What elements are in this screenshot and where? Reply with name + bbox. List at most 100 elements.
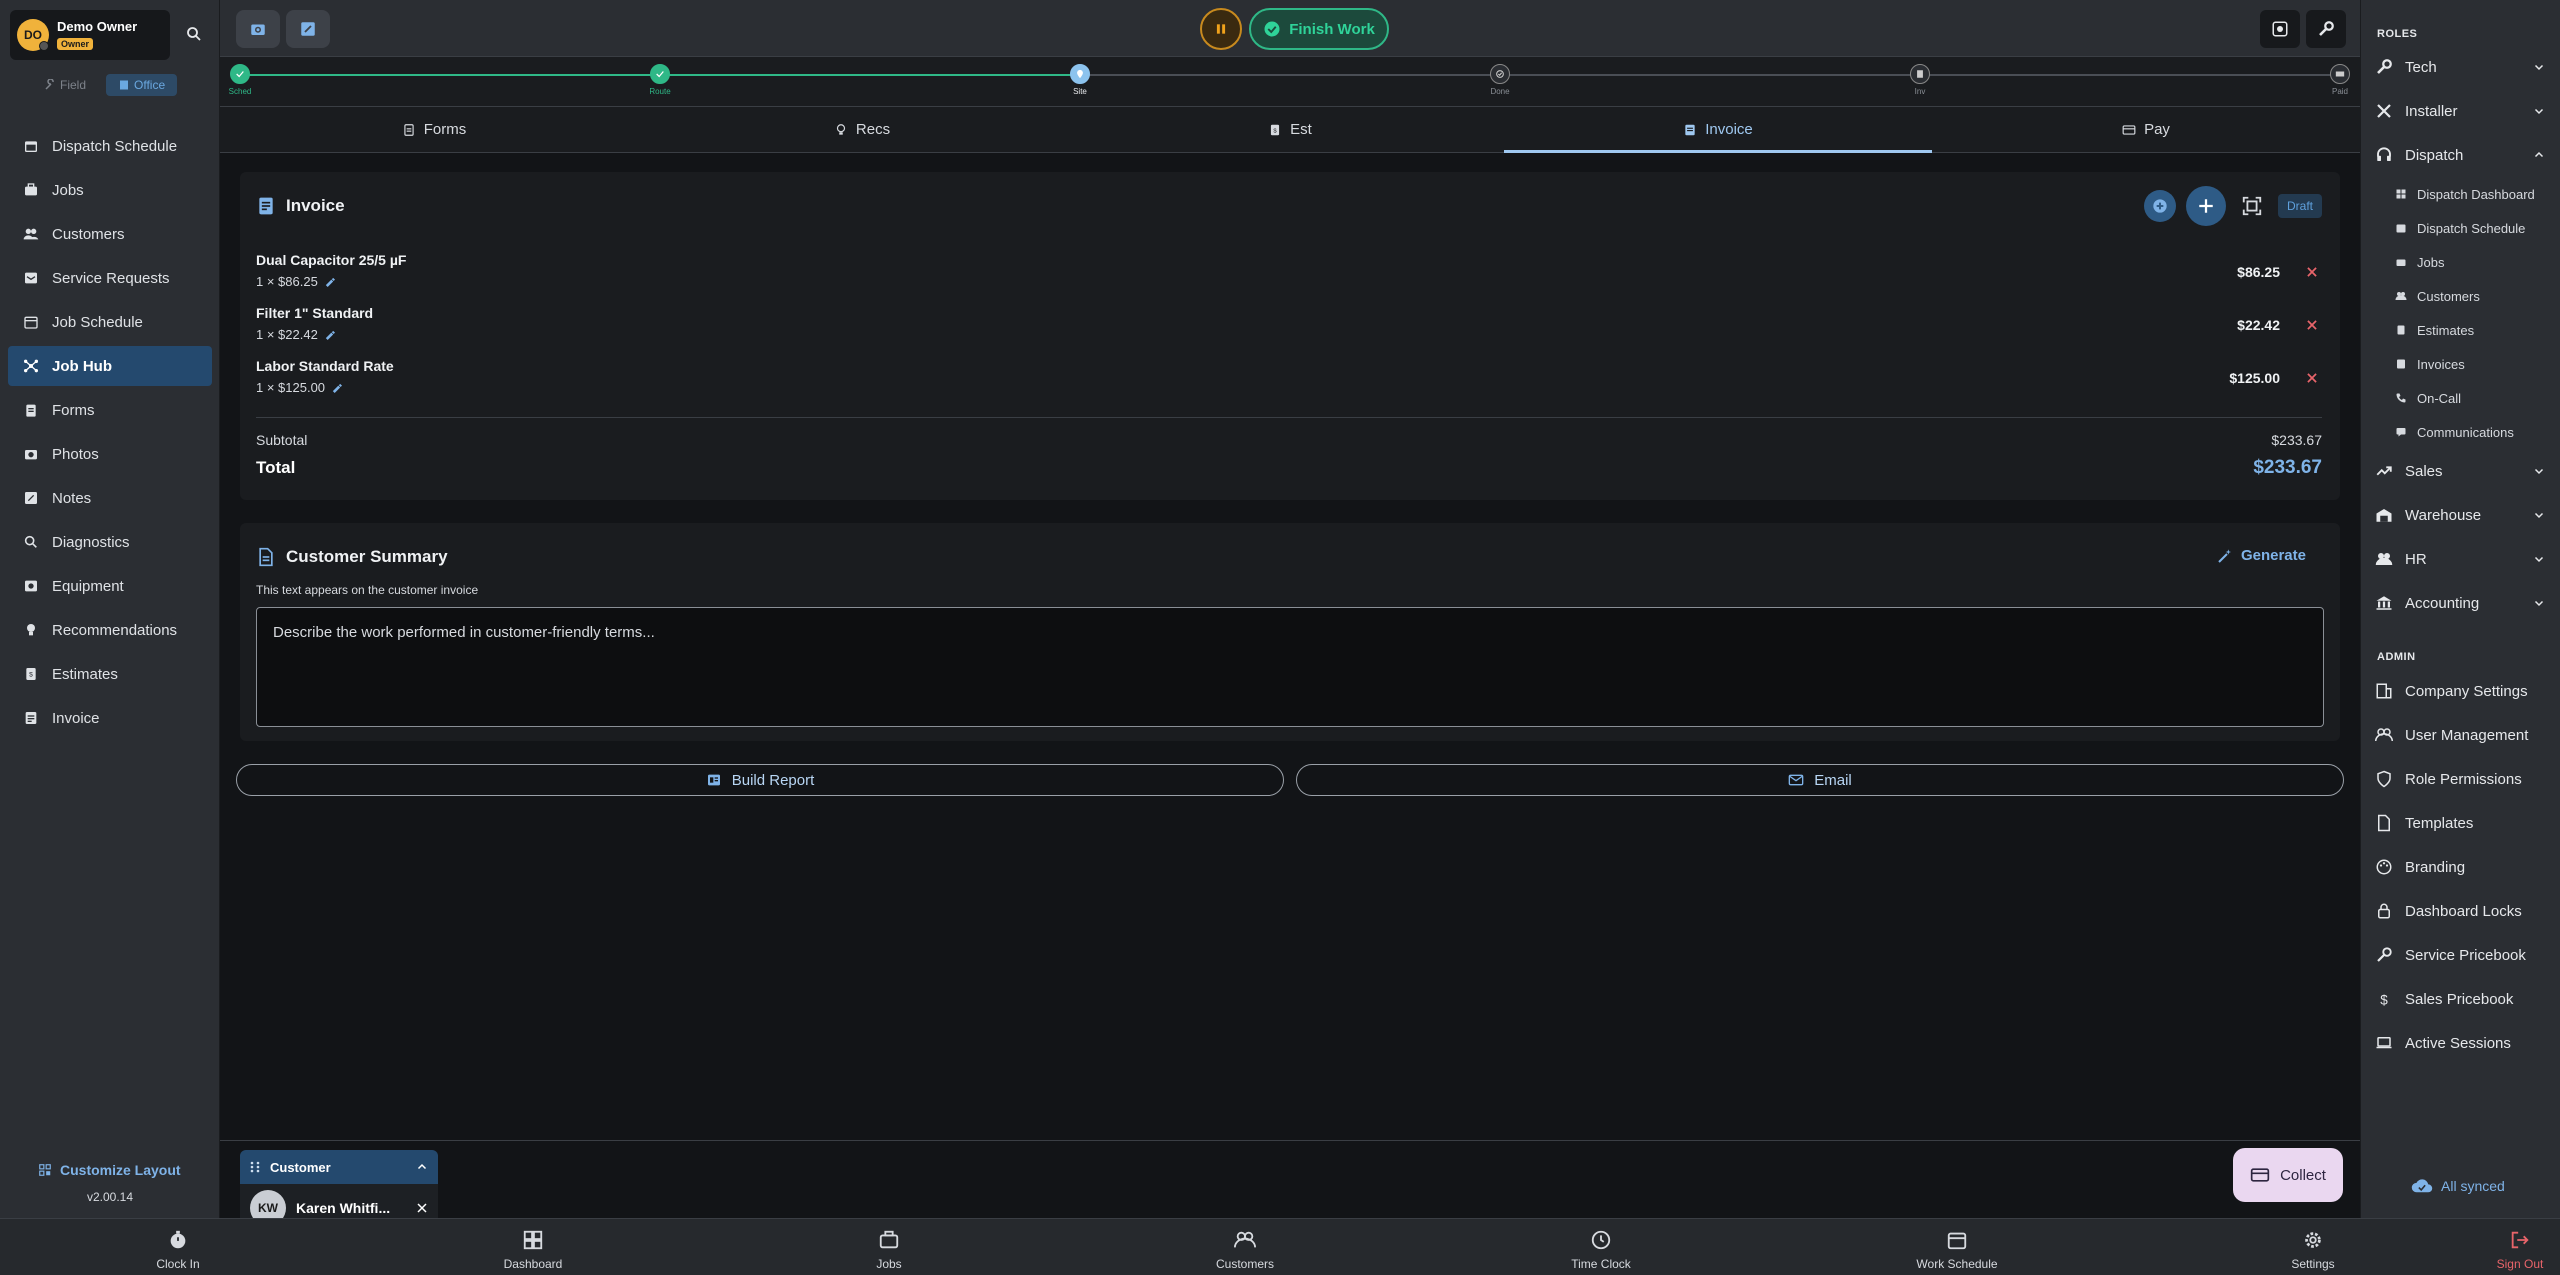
step-site[interactable]: Site — [1050, 64, 1110, 96]
dispatch-sub-item[interactable]: Dispatch Schedule — [2395, 218, 2555, 238]
role-tech[interactable]: Tech — [2375, 55, 2551, 79]
note-button[interactable] — [286, 10, 330, 48]
nav-item-jobs[interactable]: Jobs — [8, 170, 212, 210]
camera-button[interactable] — [236, 10, 280, 48]
invoice-title: Invoice — [256, 196, 345, 216]
finish-work-button[interactable]: Finish Work — [1249, 8, 1389, 50]
edit-pencil-icon[interactable] — [331, 382, 343, 393]
step-done[interactable]: Done — [1470, 64, 1530, 96]
step-route[interactable]: Route — [630, 64, 690, 96]
check-circle-icon — [1263, 20, 1281, 38]
nav-item-recommendations[interactable]: Recommendations — [8, 610, 212, 650]
mode-field-button[interactable]: Field — [32, 74, 98, 96]
nav-item-customers[interactable]: Customers — [8, 214, 212, 254]
role-installer[interactable]: Installer — [2375, 99, 2551, 123]
summary-textarea[interactable] — [256, 607, 2324, 727]
search-icon[interactable] — [182, 22, 206, 46]
layout-icon — [38, 1163, 52, 1177]
nav-item-diagnostics[interactable]: Diagnostics — [8, 522, 212, 562]
dispatch-sub-item[interactable]: Communications — [2395, 422, 2555, 442]
invoice-icon — [256, 196, 276, 216]
remove-icon[interactable] — [2302, 315, 2322, 335]
admin-templates[interactable]: Templates — [2375, 811, 2551, 835]
admin-active-sessions[interactable]: Active Sessions — [2375, 1031, 2551, 1055]
drag-handle-icon[interactable] — [250, 1161, 260, 1173]
role-hr[interactable]: HR — [2375, 547, 2551, 571]
add-item-button[interactable] — [2185, 186, 2226, 226]
admin-sales-pricebook[interactable]: $ Sales Pricebook — [2375, 987, 2551, 1011]
generate-button[interactable]: Generate — [2217, 547, 2306, 564]
role-sales[interactable]: Sales — [2375, 459, 2551, 483]
bottom-nav-sign-out[interactable]: Sign Out — [2460, 1227, 2560, 1271]
admin-user-management[interactable]: User Management — [2375, 723, 2551, 747]
tab-invoice[interactable]: Invoice — [1504, 107, 1932, 153]
build-report-button[interactable]: Build Report — [236, 764, 1284, 796]
mode-toggle: Field Office — [32, 74, 178, 96]
tab-recs[interactable]: Recs — [648, 107, 1076, 152]
bottom-nav-clock-in[interactable]: Clock In — [118, 1227, 238, 1271]
dispatch-sub-item[interactable]: Customers — [2395, 286, 2555, 306]
nav-item-forms[interactable]: Forms — [8, 390, 212, 430]
nav-item-estimates[interactable]: $ Estimates — [8, 654, 212, 694]
email-button[interactable]: Email — [1296, 764, 2344, 796]
dispatch-sub-item[interactable]: Jobs — [2395, 252, 2555, 272]
wrench-icon — [2317, 20, 2335, 38]
nav-item-equipment[interactable]: Equipment — [8, 566, 212, 606]
lightbulb-icon — [834, 123, 848, 137]
remove-icon[interactable] — [2302, 368, 2322, 388]
role-dispatch[interactable]: Dispatch — [2375, 143, 2551, 167]
step-inv[interactable]: Inv — [1890, 64, 1950, 96]
nav-item-dispatch-schedule[interactable]: Dispatch Schedule — [8, 126, 212, 166]
admin-dashboard-locks[interactable]: Dashboard Locks — [2375, 899, 2551, 923]
customize-layout-button[interactable]: Customize Layout — [38, 1162, 181, 1178]
customer-widget[interactable]: Customer KW Karen Whitfi... — [240, 1150, 438, 1220]
admin-label: User Management — [2405, 726, 2529, 744]
role-accounting[interactable]: Accounting — [2375, 591, 2551, 615]
mode-office-button[interactable]: Office — [106, 74, 178, 96]
headset-icon — [2375, 146, 2393, 164]
edit-pencil-icon[interactable] — [324, 329, 335, 340]
nav-item-photos[interactable]: Photos — [8, 434, 212, 474]
tab-pay[interactable]: Pay — [1932, 107, 2360, 152]
nav-label: Customers — [52, 225, 125, 243]
tab-est[interactable]: $ Est — [1076, 107, 1504, 152]
bottom-nav-settings[interactable]: Settings — [2253, 1227, 2373, 1271]
nav-item-job-hub[interactable]: Job Hub — [8, 346, 212, 386]
nav-item-invoice[interactable]: Invoice — [8, 698, 212, 738]
scan-icon[interactable] — [2236, 190, 2268, 222]
role-badge: Owner — [57, 38, 94, 50]
tab-forms[interactable]: Forms — [220, 107, 648, 152]
nav-item-service-requests[interactable]: Service Requests — [8, 258, 212, 298]
dispatch-sub-item[interactable]: Dispatch Dashboard — [2395, 184, 2555, 204]
remove-icon[interactable] — [2302, 262, 2322, 282]
add-circle-button[interactable] — [2143, 190, 2176, 222]
sub-label: Dispatch Dashboard — [2417, 186, 2535, 202]
collect-button[interactable]: Collect — [2233, 1148, 2343, 1202]
pause-button[interactable] — [1200, 8, 1242, 50]
item-name: Labor Standard Rate — [256, 358, 394, 374]
role-warehouse[interactable]: Warehouse — [2375, 503, 2551, 527]
user-chip[interactable]: DO Demo Owner Owner — [10, 10, 170, 60]
admin-branding[interactable]: Branding — [2375, 855, 2551, 879]
role-label: Tech — [2405, 58, 2437, 76]
bottom-nav-time-clock[interactable]: Time Clock — [1541, 1227, 1661, 1271]
customer-widget-header[interactable]: Customer — [240, 1150, 438, 1184]
admin-company-settings[interactable]: Company Settings — [2375, 679, 2551, 703]
dispatch-sub-item[interactable]: Estimates — [2395, 320, 2555, 340]
screenshot-button[interactable] — [2260, 10, 2300, 48]
edit-pencil-icon[interactable] — [324, 276, 335, 287]
admin-role-permissions[interactable]: Role Permissions — [2375, 767, 2551, 791]
admin-service-pricebook[interactable]: Service Pricebook — [2375, 943, 2551, 967]
bottom-nav-customers[interactable]: Customers — [1185, 1227, 1305, 1271]
chevron-up-icon[interactable] — [416, 1161, 428, 1173]
tools-button[interactable] — [2306, 10, 2346, 48]
nav-item-notes[interactable]: Notes — [8, 478, 212, 518]
dispatch-sub-item[interactable]: On-Call — [2395, 388, 2555, 408]
bottom-nav-work-schedule[interactable]: Work Schedule — [1897, 1227, 2017, 1271]
nav-item-job-schedule[interactable]: Job Schedule — [8, 302, 212, 342]
bottom-nav-dashboard[interactable]: Dashboard — [473, 1227, 593, 1271]
bottom-nav-jobs[interactable]: Jobs — [829, 1227, 949, 1271]
close-icon[interactable] — [416, 1202, 428, 1214]
step-sched[interactable]: Sched — [210, 64, 270, 96]
dispatch-sub-item[interactable]: Invoices — [2395, 354, 2555, 374]
